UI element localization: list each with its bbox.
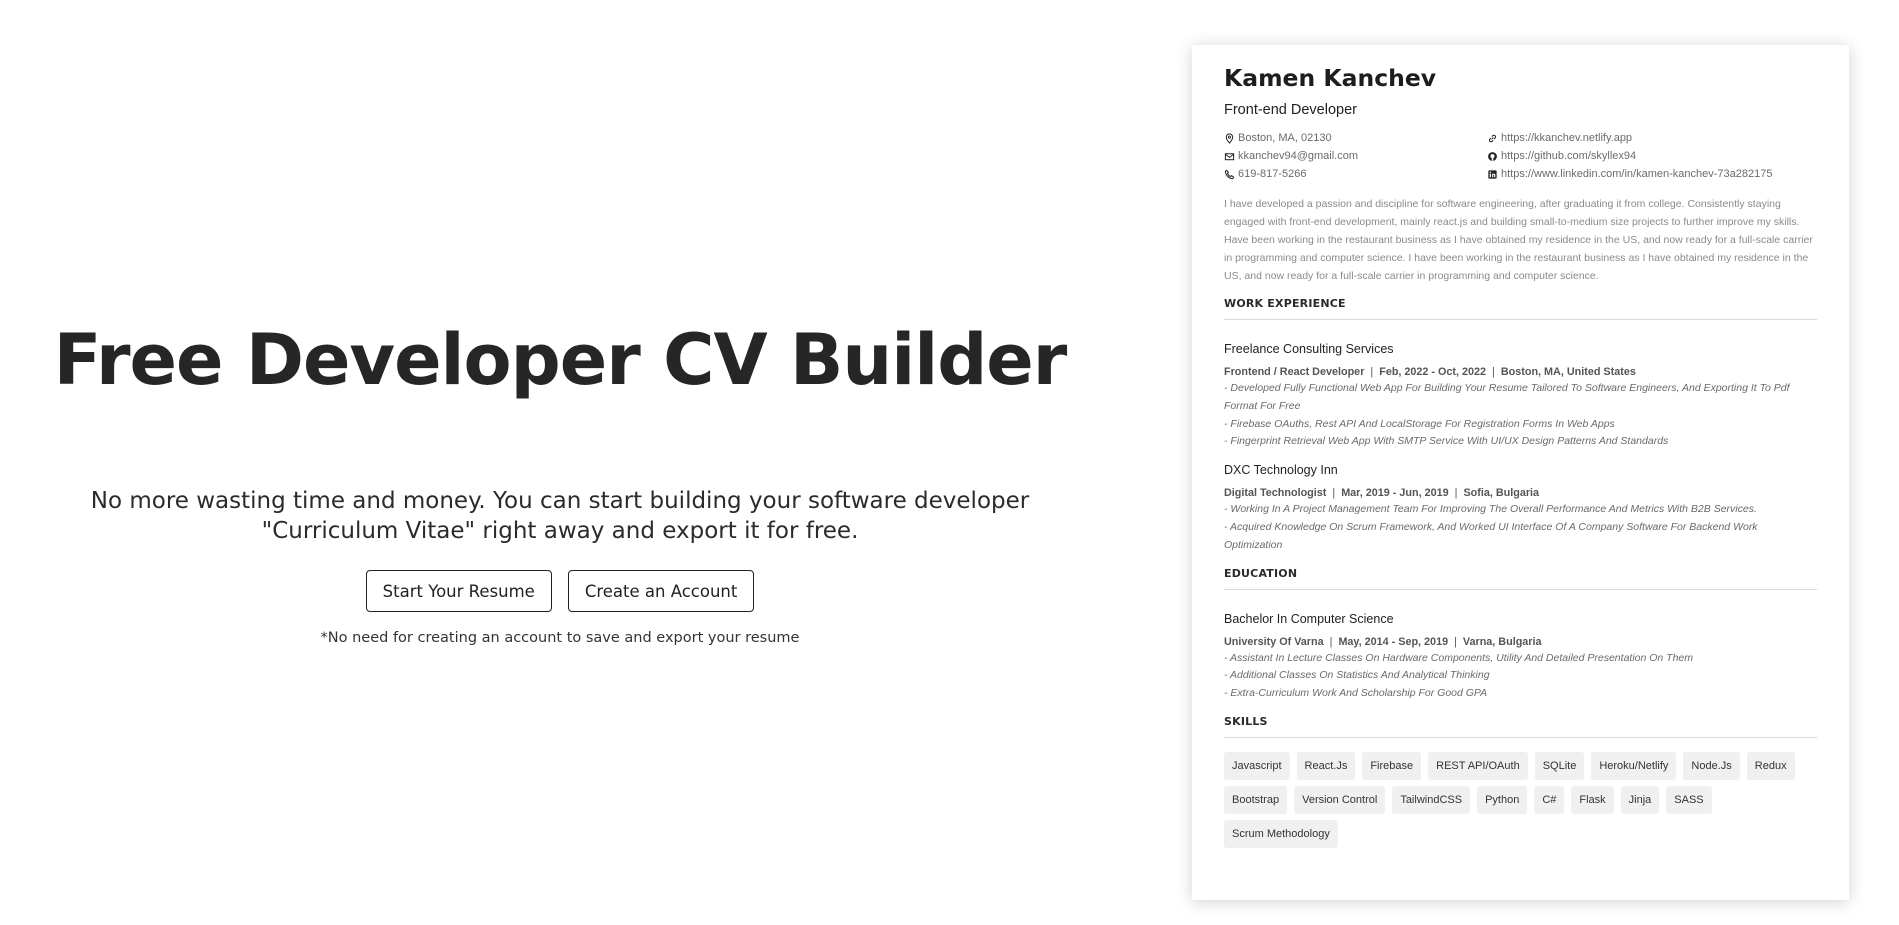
education-bullet: - Additional Classes On Statistics And A…: [1224, 669, 1490, 682]
education-school: University Of Varna: [1224, 635, 1324, 648]
skills-list: Javascript React.Js Firebase REST API/OA…: [1224, 751, 1824, 848]
job-dates: Mar, 2019 - Jun, 2019: [1341, 487, 1449, 500]
skill-chip: Heroku/Netlify: [1591, 751, 1677, 780]
job-location: Sofia, Bulgaria: [1463, 487, 1540, 500]
job-location: Boston, MA, United States: [1500, 366, 1636, 378]
job-bullets: - Working In A Project Management Team F…: [1224, 501, 1817, 554]
skill-chip: Node.Js: [1683, 751, 1740, 780]
contact-email[interactable]: kkanchev94@gmail.com: [1224, 147, 1487, 165]
work-experience-heading: WORK EXPERIENCE: [1224, 297, 1346, 310]
cv-summary: I have developed a passion and disciplin…: [1224, 198, 1813, 282]
job-position: Digital Technologist: [1224, 487, 1327, 500]
education-bullet: - Extra-Curriculum Work And Scholarship …: [1224, 687, 1488, 700]
job-company: DXC Technology Inn: [1224, 463, 1338, 478]
linkedin-icon: [1488, 169, 1497, 179]
contact-location: Boston, MA, 02130: [1224, 129, 1487, 147]
skill-chip: Jinja: [1620, 785, 1660, 814]
create-account-button[interactable]: Create an Account: [567, 570, 755, 612]
hero-subtitle: No more wasting time and money. You can …: [90, 488, 1030, 544]
job-bullet: - Working In A Project Management Team F…: [1224, 503, 1757, 516]
cv-name: Kamen Kanchev: [1224, 64, 1437, 92]
skill-chip: Redux: [1746, 751, 1795, 780]
education-dates: May, 2014 - Sep, 2019: [1338, 635, 1449, 648]
hero-section: Free Developer CV Builder No more wastin…: [0, 0, 1120, 925]
location-icon: [1225, 132, 1234, 144]
education-degree: Bachelor In Computer Science: [1224, 611, 1394, 626]
link-icon: [1488, 134, 1497, 142]
education-bullets: - Assistant In Lecture Classes On Hardwa…: [1224, 650, 1817, 703]
skill-chip: Scrum Methodology: [1224, 819, 1338, 848]
hero-title: Free Developer CV Builder: [53, 319, 1068, 401]
skill-chip: Firebase: [1362, 751, 1422, 780]
job-entry: Freelance Consulting Services Frontend /…: [1224, 340, 1817, 451]
section-divider: [1224, 736, 1817, 738]
education-heading: EDUCATION: [1224, 566, 1298, 580]
contact-list: Boston, MA, 02130 https://kkanchev.netli…: [1224, 129, 1817, 183]
skill-chip: Python: [1477, 785, 1528, 814]
job-bullets: - Developed Fully Functional Web App For…: [1224, 380, 1817, 451]
skill-chip: SASS: [1666, 785, 1712, 814]
phone-icon: [1224, 169, 1235, 179]
contact-website-text[interactable]: https://kkanchev.netlify.app: [1501, 129, 1632, 147]
contact-phone-text[interactable]: 619-817-5266: [1238, 165, 1307, 183]
cv-role: Front-end Developer: [1224, 102, 1357, 118]
contact-email-text[interactable]: kkanchev94@gmail.com: [1238, 147, 1358, 165]
contact-github[interactable]: https://github.com/skyllex94: [1487, 147, 1807, 165]
job-bullet: - Firebase OAuths, Rest API And LocalSto…: [1224, 417, 1615, 430]
contact-linkedin[interactable]: https://www.linkedin.com/in/kamen-kanche…: [1487, 165, 1807, 183]
education-entry: Bachelor In Computer Science University …: [1224, 610, 1817, 703]
skill-chip: Version Control: [1294, 785, 1386, 814]
hero-note: *No need for creating an account to save…: [320, 630, 800, 646]
start-resume-button[interactable]: Start Your Resume: [365, 570, 552, 612]
github-icon: [1488, 151, 1497, 161]
mail-icon: [1224, 152, 1235, 160]
skill-chip: REST API/OAuth: [1428, 751, 1528, 780]
job-dates: Feb, 2022 - Oct, 2022: [1379, 366, 1487, 378]
skill-chip: SQLite: [1534, 751, 1585, 780]
skill-chip: Bootstrap: [1224, 785, 1288, 814]
job-position: Frontend / React Developer: [1224, 366, 1365, 378]
contact-location-text: Boston, MA, 02130: [1238, 132, 1332, 144]
skill-chip: TailwindCSS: [1392, 785, 1471, 814]
section-divider: [1224, 319, 1817, 320]
job-meta: Frontend / React Developer | Feb, 2022 - O…: [1224, 366, 1636, 378]
job-bullet: - Acquired Knowledge On Scrum Framework,…: [1224, 520, 1758, 551]
cv-preview: Kamen Kanchev Front-end Developer Boston…: [1192, 45, 1849, 900]
contact-phone[interactable]: 619-817-5266: [1224, 165, 1487, 183]
contact-github-text[interactable]: https://github.com/skyllex94: [1501, 147, 1636, 165]
contact-website[interactable]: https://kkanchev.netlify.app: [1487, 129, 1807, 147]
hero-button-group: Start Your Resume Create an Account: [0, 570, 1120, 612]
education-location: Varna, Bulgaria: [1462, 635, 1542, 648]
job-meta: Digital Technologist | Mar, 2019 - Jun, 20…: [1224, 487, 1540, 500]
section-divider: [1224, 588, 1817, 590]
skill-chip: C#: [1534, 785, 1565, 814]
education-meta: University Of Varna | May, 2014 - Sep, 201…: [1224, 635, 1542, 648]
skill-chip: React.Js: [1296, 751, 1356, 780]
job-bullet: - Fingerprint Retrieval Web App With SMT…: [1224, 435, 1669, 448]
job-entry: DXC Technology Inn Digital Technologist |…: [1224, 461, 1817, 554]
skill-chip: Flask: [1571, 785, 1614, 814]
education-bullet: - Assistant In Lecture Classes On Hardwa…: [1224, 651, 1694, 664]
skill-chip: Javascript: [1224, 751, 1290, 780]
job-bullet: - Developed Fully Functional Web App For…: [1224, 382, 1790, 412]
contact-linkedin-text[interactable]: https://www.linkedin.com/in/kamen-kanche…: [1501, 165, 1772, 183]
skills-heading: SKILLS: [1224, 714, 1268, 728]
job-company: Freelance Consulting Services: [1224, 342, 1394, 356]
